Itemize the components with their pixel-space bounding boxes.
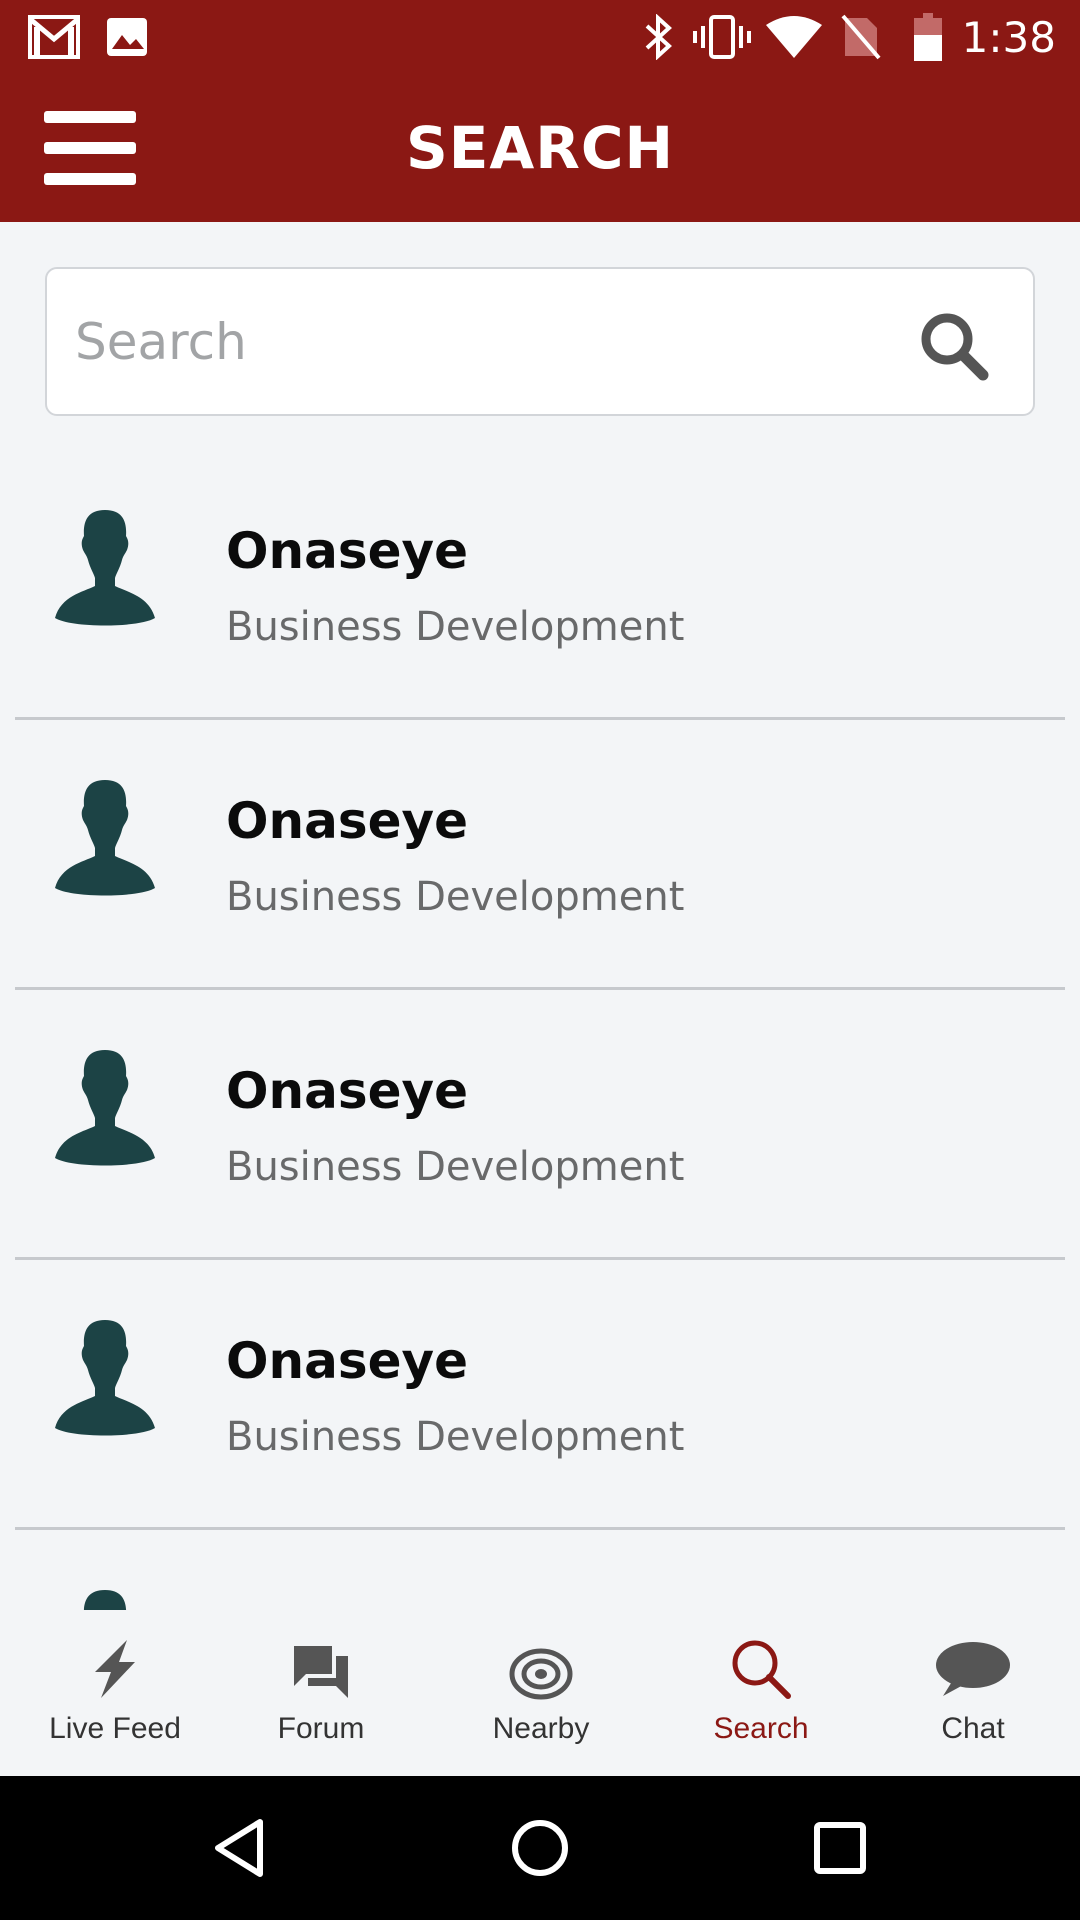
status-bar: 1:38 xyxy=(0,0,1080,74)
no-sim-icon xyxy=(838,0,884,74)
app-bar: SEARCH xyxy=(0,74,1080,222)
nav-chat[interactable]: Chat xyxy=(878,1610,1068,1776)
bluetooth-icon xyxy=(638,0,678,74)
avatar-icon xyxy=(53,506,157,628)
nav-label: Chat xyxy=(941,1712,1005,1745)
nav-nearby[interactable]: Nearby xyxy=(446,1610,636,1776)
system-nav-bar xyxy=(0,1776,1080,1920)
search-icon[interactable] xyxy=(917,309,989,381)
search-icon xyxy=(730,1610,792,1700)
result-role: Business Development xyxy=(226,1414,685,1460)
vibrate-icon xyxy=(692,0,752,74)
avatar-icon xyxy=(53,776,157,898)
nav-search[interactable]: Search xyxy=(666,1610,856,1776)
lightning-icon xyxy=(87,1610,143,1700)
nav-live-feed[interactable]: Live Feed xyxy=(20,1610,210,1776)
result-role: Business Development xyxy=(226,1144,685,1190)
avatar-icon xyxy=(53,1046,157,1168)
status-time: 1:38 xyxy=(961,12,1056,62)
nav-forum[interactable]: Forum xyxy=(226,1610,416,1776)
bottom-nav: Live Feed Forum Nearby Search Chat xyxy=(0,1610,1080,1776)
search-input[interactable] xyxy=(75,269,895,414)
result-name: Onaseye xyxy=(226,792,469,850)
list-item[interactable]: Onaseye Business Development xyxy=(15,990,1065,1260)
nav-label: Search xyxy=(713,1712,809,1745)
page-title: SEARCH xyxy=(405,114,675,182)
list-item[interactable]: Onaseye Business Development xyxy=(15,450,1065,720)
result-name: Onaseye xyxy=(226,1332,469,1390)
list-item[interactable]: Onaseye Business Development xyxy=(15,720,1065,990)
wifi-icon xyxy=(764,0,824,74)
battery-icon xyxy=(910,0,946,74)
nav-label: Live Feed xyxy=(49,1712,181,1745)
avatar-icon xyxy=(53,1586,157,1610)
nav-label: Nearby xyxy=(492,1712,590,1745)
list-item[interactable]: Onaseye Business Development xyxy=(15,1260,1065,1530)
result-role: Business Development xyxy=(226,604,685,650)
home-icon[interactable] xyxy=(490,1776,590,1920)
image-icon xyxy=(104,0,150,74)
result-list: Onaseye Business Development Onaseye Bus… xyxy=(0,450,1080,1610)
forum-icon xyxy=(292,1610,350,1700)
result-role: Business Development xyxy=(226,874,685,920)
avatar-icon xyxy=(53,1316,157,1438)
search-box xyxy=(45,267,1035,416)
target-icon xyxy=(509,1610,573,1700)
result-name: Onaseye xyxy=(226,522,469,580)
chat-bubble-icon xyxy=(935,1610,1011,1700)
nav-label: Forum xyxy=(277,1712,365,1745)
recents-icon[interactable] xyxy=(790,1776,890,1920)
back-icon[interactable] xyxy=(190,1776,290,1920)
gmail-icon xyxy=(26,0,82,74)
result-name: Onaseye xyxy=(226,1062,469,1120)
